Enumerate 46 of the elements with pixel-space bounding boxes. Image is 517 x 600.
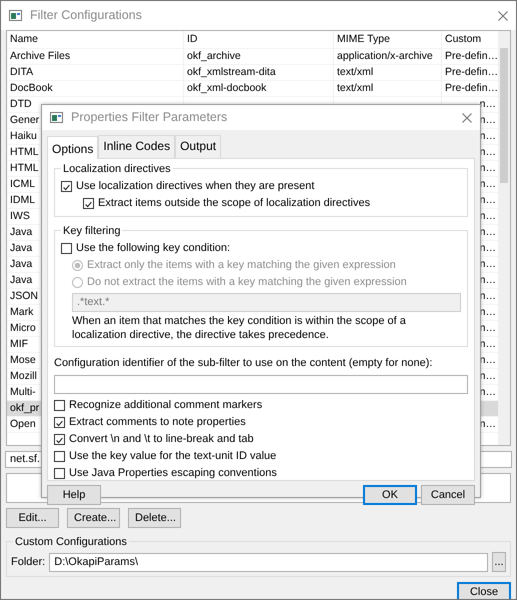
table-cell: DocBook	[7, 80, 184, 97]
dialog-button[interactable]: OK	[363, 485, 417, 505]
column-header[interactable]: Name	[7, 31, 184, 49]
folder-field[interactable]: D:\OkapiParams\	[49, 552, 488, 572]
table-cell: text/xml	[334, 64, 442, 81]
checkbox[interactable]	[61, 243, 72, 254]
action-button[interactable]: Edit...	[6, 508, 59, 528]
scrollbar-thumb[interactable]	[500, 48, 508, 183]
folder-label: Folder:	[11, 554, 46, 570]
action-button[interactable]: Create...	[67, 508, 120, 528]
close-button[interactable]: Close	[457, 582, 511, 599]
tab[interactable]: Inline Codes	[98, 135, 176, 158]
scrollbar[interactable]	[498, 31, 510, 445]
table-cell: okf_xml-docbook	[184, 80, 334, 97]
checkbox[interactable]	[54, 468, 65, 478]
browse-button[interactable]: ...	[492, 552, 506, 572]
window-title: Filter Configurations	[30, 7, 143, 24]
app-icon	[50, 112, 63, 123]
table-cell: DITA	[7, 64, 184, 81]
close-icon[interactable]	[498, 10, 508, 20]
tab[interactable]: Output	[175, 135, 222, 158]
group-title: Custom Configurations	[13, 534, 129, 550]
checkbox[interactable]	[54, 416, 65, 428]
close-icon[interactable]	[462, 112, 472, 122]
action-button[interactable]: Delete...	[128, 508, 181, 528]
checkbox[interactable]	[61, 181, 72, 192]
table-cell: okf_xmlstream-dita	[184, 64, 334, 81]
checkbox-label: Use the key value for the text-unit ID value	[69, 448, 276, 464]
dialog-button[interactable]: Help	[47, 485, 101, 505]
column-header[interactable]: MIME Type	[334, 31, 442, 49]
table-cell: okf_archive	[184, 48, 334, 65]
app-icon	[9, 10, 22, 21]
table-cell: application/x-archive	[334, 48, 442, 65]
checkbox-label: Convert \n and \t to line-break and tab	[69, 432, 254, 447]
table-cell: Archive Files	[7, 48, 184, 65]
checkbox[interactable]	[54, 450, 65, 462]
table-cell: text/xml	[334, 80, 442, 97]
checkbox[interactable]	[54, 400, 65, 410]
tab[interactable]: Options	[47, 136, 98, 159]
dialog-button[interactable]: Cancel	[421, 485, 475, 505]
group-title: Key filtering	[61, 223, 122, 240]
checkbox-label: Use Java Properties escaping conventions	[69, 466, 277, 481]
column-header[interactable]: ID	[184, 31, 334, 49]
checkbox[interactable]	[54, 434, 65, 444]
checkbox[interactable]	[83, 198, 94, 209]
subfilter-field[interactable]	[54, 374, 468, 394]
